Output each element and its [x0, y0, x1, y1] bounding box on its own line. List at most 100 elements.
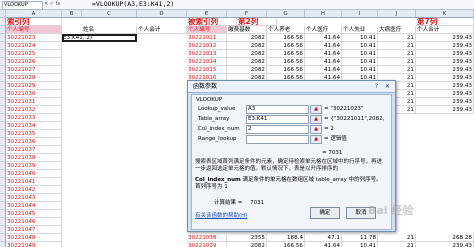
right-cell-major-illness[interactable]: 21 [378, 66, 416, 74]
right-cell-major-illness[interactable]: 21 [378, 34, 416, 42]
right-cell-unemployment[interactable]: 10.41 [342, 42, 378, 50]
column-header-j[interactable]: J [378, 10, 416, 18]
column-header-k[interactable]: K [416, 10, 474, 18]
column-header-e[interactable]: E [187, 10, 227, 18]
column-header-d[interactable]: D [137, 10, 187, 18]
right-cell-pension[interactable]: 188.4 [267, 234, 305, 242]
column-header-g[interactable]: G [267, 10, 305, 18]
right-cell-base[interactable]: 2082 [227, 58, 267, 66]
column-header-i[interactable]: I [342, 10, 378, 18]
help-icon[interactable]: ? [373, 83, 380, 90]
collapse-dialog-icon[interactable]: ▲ [310, 135, 322, 144]
dialog-titlebar[interactable]: 函数参数 ? ✕ [188, 81, 395, 93]
col-index-input[interactable]: 2 [246, 125, 309, 134]
right-cell-total[interactable]: 239.43 [416, 106, 474, 114]
right-cell-pension[interactable]: 166.56 [267, 34, 305, 42]
right-cell-total[interactable]: 239.43 [416, 98, 474, 106]
left-id-cell[interactable]: 30221042 [6, 186, 62, 194]
column-header-b[interactable]: B [62, 10, 82, 18]
right-cell-base[interactable]: 2082 [227, 50, 267, 58]
column-header-a[interactable]: A [6, 10, 62, 18]
right-cell-medical[interactable]: 41.64 [305, 34, 342, 42]
left-id-cell[interactable]: 30221038 [6, 154, 62, 162]
right-cell-unemployment[interactable]: 10.41 [342, 34, 378, 42]
right-cell-total[interactable]: 239.43 [416, 82, 474, 90]
left-id-cell[interactable]: 30221023 [6, 34, 62, 42]
left-id-cell[interactable]: 30221048 [6, 234, 62, 242]
right-cell-total[interactable]: 268.28 [416, 234, 474, 242]
formula-input[interactable]: =VLOOKUP(A3,E3:K41,2) [92, 0, 174, 9]
right-cell-id[interactable]: 30221014 [187, 58, 227, 66]
close-icon[interactable]: ✕ [384, 83, 391, 90]
right-cell-major-illness[interactable]: 21 [378, 234, 416, 242]
right-cell-total[interactable]: 239.43 [416, 242, 474, 247]
left-id-cell[interactable]: 30221035 [6, 130, 62, 138]
right-cell-base[interactable]: 2082 [227, 66, 267, 74]
left-id-cell[interactable]: 30221028 [6, 74, 62, 82]
right-cell-medical[interactable]: 41.64 [305, 242, 342, 247]
right-cell-id[interactable]: 30221013 [187, 50, 227, 58]
right-cell-major-illness[interactable]: 21 [378, 58, 416, 66]
right-cell-total[interactable]: 239.43 [416, 58, 474, 66]
lookup-value-input[interactable]: A3 [246, 105, 309, 114]
left-id-cell[interactable]: 30221036 [6, 138, 62, 146]
function-help-link[interactable]: 有关该函数的帮助(H) [195, 211, 247, 219]
right-cell-total[interactable]: 239.43 [416, 50, 474, 58]
left-id-cell[interactable]: 30221033 [6, 114, 62, 122]
right-cell-medical[interactable]: 41.64 [305, 50, 342, 58]
ok-button[interactable]: 确定 [310, 207, 340, 219]
column-header-h[interactable]: H [305, 10, 342, 18]
right-cell-base[interactable]: 2082 [227, 42, 267, 50]
right-cell-major-illness[interactable]: 21 [378, 242, 416, 247]
right-cell-pension[interactable]: 166.56 [267, 242, 305, 247]
right-cell-unemployment[interactable]: 10.41 [342, 58, 378, 66]
right-cell-total[interactable]: 239.43 [416, 74, 474, 82]
right-cell-unemployment[interactable]: 10.41 [342, 50, 378, 58]
left-id-cell[interactable]: 30221041 [6, 178, 62, 186]
left-id-cell[interactable]: 30221034 [6, 122, 62, 130]
right-cell-id[interactable]: 30221039 [187, 242, 227, 247]
table-array-input[interactable]: E3:K41 [246, 115, 309, 124]
right-cell-id[interactable]: 30221011 [187, 34, 227, 42]
collapse-dialog-icon[interactable]: ▲ [310, 115, 322, 124]
column-header-f[interactable]: F [227, 10, 267, 18]
right-cell-medical[interactable]: 41.64 [305, 42, 342, 50]
left-id-cell[interactable]: 30221047 [6, 226, 62, 234]
right-cell-pension[interactable]: 166.56 [267, 42, 305, 50]
left-id-cell[interactable]: 30221044 [6, 202, 62, 210]
active-cell-b3[interactable]: E3:K41, 2) [62, 34, 137, 42]
right-cell-base[interactable]: 2355 [227, 234, 267, 242]
right-cell-unemployment[interactable]: 10.41 [342, 242, 378, 247]
left-id-cell[interactable]: 30221039 [6, 162, 62, 170]
left-id-cell[interactable]: 30221029 [6, 82, 62, 90]
left-id-cell[interactable]: 30221024 [6, 42, 62, 50]
range-lookup-input[interactable] [246, 135, 309, 144]
right-cell-unemployment[interactable]: 10.41 [342, 66, 378, 74]
left-id-cell[interactable]: 30221040 [6, 170, 62, 178]
left-id-cell[interactable]: 30221030 [6, 90, 62, 98]
right-cell-total[interactable]: 239.43 [416, 42, 474, 50]
left-id-cell[interactable]: 30221045 [6, 210, 62, 218]
left-id-cell[interactable]: 30221026 [6, 58, 62, 66]
left-id-cell[interactable]: 30221032 [6, 106, 62, 114]
left-id-cell[interactable]: 30221027 [6, 66, 62, 74]
right-cell-id[interactable]: 30221012 [187, 42, 227, 50]
left-id-cell[interactable]: 30221049 [6, 242, 62, 247]
left-id-cell[interactable]: 30221037 [6, 146, 62, 154]
right-cell-major-illness[interactable]: 21 [378, 42, 416, 50]
collapse-dialog-icon[interactable]: ▲ [310, 125, 322, 134]
right-cell-medical[interactable]: 41.64 [305, 58, 342, 66]
right-cell-total[interactable]: 239.43 [416, 66, 474, 74]
right-cell-medical[interactable]: 47.1 [305, 234, 342, 242]
right-cell-base[interactable]: 2082 [227, 34, 267, 42]
collapse-dialog-icon[interactable]: ▲ [310, 105, 322, 114]
formula-bar-icons[interactable]: ✕ ✓ fx [44, 1, 60, 8]
right-cell-total[interactable]: 239.43 [416, 90, 474, 98]
name-box[interactable]: VLOOKUP [2, 1, 43, 10]
right-cell-id[interactable]: 30221015 [187, 66, 227, 74]
right-cell-pension[interactable]: 166.56 [267, 58, 305, 66]
right-cell-pension[interactable]: 166.56 [267, 66, 305, 74]
left-id-cell[interactable]: 30221046 [6, 218, 62, 226]
right-cell-major-illness[interactable]: 21 [378, 50, 416, 58]
right-cell-pension[interactable]: 166.56 [267, 50, 305, 58]
